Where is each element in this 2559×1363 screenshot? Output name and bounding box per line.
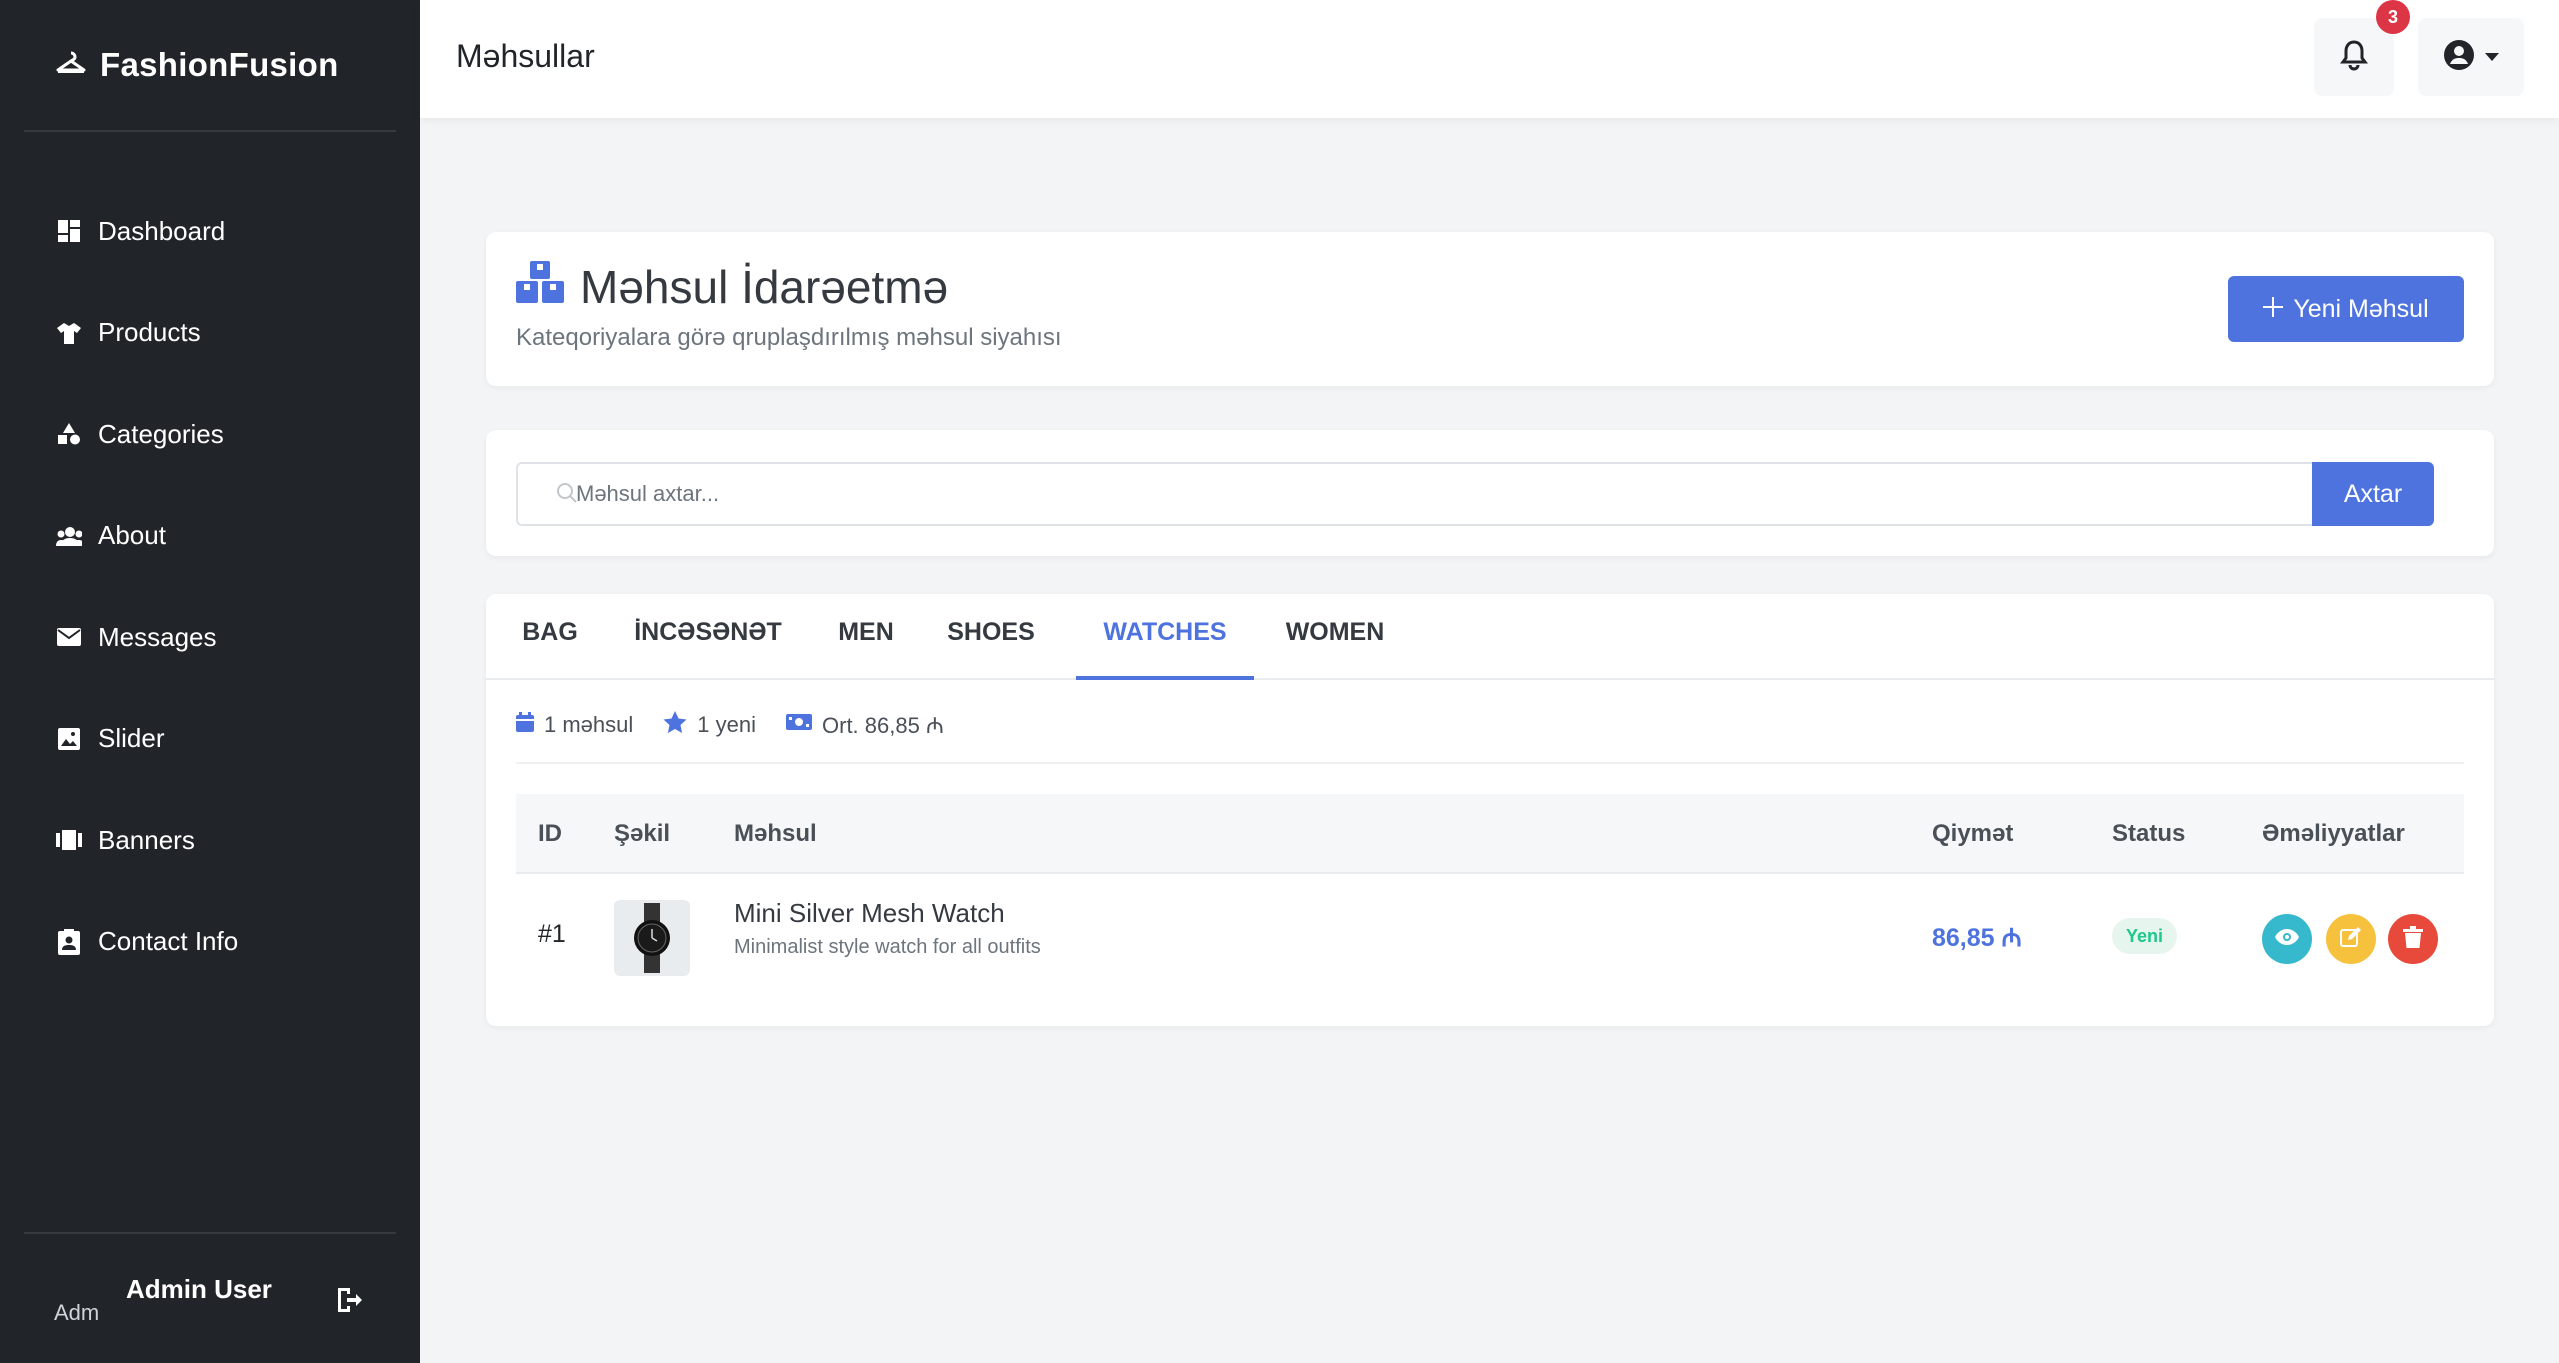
sidebar-item-label: Dashboard — [98, 215, 226, 246]
section-title: Məhsul İdarəetmə — [516, 260, 948, 314]
tab-watches[interactable]: WATCHES — [1076, 594, 1254, 680]
shirt-icon — [56, 320, 82, 346]
boxes-icon — [516, 260, 580, 314]
sidebar-item-label: Messages — [98, 621, 217, 652]
new-product-button[interactable]: Yeni Məhsul — [2228, 276, 2464, 342]
chevron-down-icon — [2485, 48, 2499, 66]
stat-count: 1 məhsul — [516, 712, 633, 738]
logout-icon[interactable] — [336, 1286, 366, 1316]
row-id: #1 — [538, 920, 566, 948]
product-name: Mini Silver Mesh Watch — [734, 898, 1005, 928]
table-header: ID Şəkil Məhsul Qiymət Status Əməliyyatl… — [516, 794, 2464, 874]
tab-bag[interactable]: BAG — [516, 594, 584, 680]
trash-icon — [2403, 925, 2423, 953]
col-price: Qiymət — [1932, 820, 2014, 847]
contact-card-icon — [56, 928, 82, 955]
sidebar-item-label: Contact Info — [98, 926, 239, 956]
star-icon — [663, 711, 697, 739]
stat-average-text: Ort. 86,85 ₼ — [822, 713, 944, 738]
sidebar-item-label: Categories — [98, 418, 224, 449]
user-menu-button[interactable] — [2418, 18, 2524, 96]
sidebar-item-banners[interactable]: Banners — [0, 809, 420, 871]
image-icon — [56, 726, 82, 752]
col-status: Status — [2112, 820, 2186, 847]
eye-icon — [2275, 928, 2299, 950]
shapes-icon — [56, 421, 82, 447]
tab-incesenet[interactable]: İNCƏSƏNƏT — [616, 594, 800, 680]
page-title: Məhsullar — [456, 38, 595, 74]
tab-women[interactable]: WOMEN — [1280, 594, 1390, 680]
sidebar-item-contact-info[interactable]: Contact Info — [0, 911, 420, 973]
col-id: ID — [538, 820, 562, 847]
stat-average: Ort. 86,85 ₼ — [786, 710, 944, 740]
sidebar-item-about[interactable]: About — [0, 505, 420, 567]
col-product: Məhsul — [734, 820, 817, 847]
sidebar-item-products[interactable]: Products — [0, 302, 420, 364]
section-title-text: Məhsul İdarəetmə — [580, 261, 949, 313]
sidebar-item-dashboard[interactable]: Dashboard — [0, 200, 420, 262]
sidebar-item-label: Slider — [98, 723, 165, 753]
col-actions: Əməliyyatlar — [2262, 820, 2405, 847]
divider — [516, 762, 2464, 764]
sidebar-item-label: About — [98, 520, 166, 550]
product-price: 86,85 ₼ — [1932, 924, 2022, 952]
brand-name: FashionFusion — [100, 46, 339, 83]
stat-count-text: 1 məhsul — [544, 712, 634, 737]
search-card: Axtar — [486, 430, 2494, 556]
stat-new-text: 1 yeni — [697, 712, 756, 737]
hanger-icon — [56, 46, 100, 84]
status-badge: Yeni — [2112, 918, 2178, 954]
category-stats: 1 məhsul 1 yeni Ort. 86,85 ₼ — [516, 710, 974, 740]
stat-new: 1 yeni — [663, 711, 756, 739]
sidebar-item-label: Banners — [98, 824, 195, 855]
plus-icon — [2263, 295, 2284, 324]
sidebar-user: Adm Admin User — [24, 1232, 396, 1363]
products-card: BAG İNCƏSƏNƏT MEN SHOES WATCHES WOMEN 1 … — [486, 594, 2494, 1026]
avatar-alt-text: Adm — [54, 1300, 100, 1325]
money-icon — [786, 712, 822, 738]
category-tabs: BAG İNCƏSƏNƏT MEN SHOES WATCHES WOMEN — [486, 594, 2494, 680]
sidebar-item-slider[interactable]: Slider — [0, 708, 420, 770]
notification-count-badge: 3 — [2376, 0, 2410, 34]
product-description: Minimalist style watch for all outfits — [734, 936, 1041, 958]
sidebar: FashionFusion Dashboard Products Categor… — [0, 0, 420, 1363]
avatar[interactable]: Adm — [54, 1276, 114, 1336]
page-header-card: Məhsul İdarəetmə Kateqoriyalara görə qru… — [486, 232, 2494, 386]
section-subtitle: Kateqoriyalara görə qruplaşdırılmış məhs… — [516, 324, 1062, 351]
col-image: Şəkil — [614, 820, 671, 847]
topbar: Məhsullar 3 — [420, 0, 2559, 118]
search-icon — [556, 482, 578, 509]
user-circle-icon — [2443, 39, 2475, 76]
sidebar-item-messages[interactable]: Messages — [0, 606, 420, 668]
bell-icon — [2340, 39, 2368, 76]
sidebar-nav: Dashboard Products Categories About Mess… — [0, 200, 420, 1012]
search-field — [516, 462, 2314, 526]
calendar-icon — [516, 712, 544, 738]
tab-men[interactable]: MEN — [826, 594, 906, 680]
search-input[interactable] — [576, 464, 2276, 524]
sidebar-item-categories[interactable]: Categories — [0, 403, 420, 465]
edit-icon — [2340, 926, 2362, 953]
view-button[interactable] — [2262, 914, 2312, 964]
table-row: #1 Mini Silver Mesh Watch Minimalist sty… — [516, 876, 2464, 996]
brand[interactable]: FashionFusion — [24, 0, 396, 132]
delete-button[interactable] — [2388, 914, 2438, 964]
admin-name: Admin User — [126, 1274, 272, 1304]
new-product-label: Yeni Məhsul — [2293, 294, 2429, 323]
tab-shoes[interactable]: SHOES — [932, 594, 1050, 680]
users-icon — [56, 523, 82, 549]
sidebar-item-label: Products — [98, 317, 201, 347]
edit-button[interactable] — [2326, 914, 2376, 964]
banner-icon — [56, 827, 82, 853]
search-button[interactable]: Axtar — [2312, 462, 2434, 526]
dashboard-icon — [56, 218, 82, 244]
product-thumbnail[interactable] — [614, 900, 690, 976]
envelope-icon — [56, 624, 82, 650]
